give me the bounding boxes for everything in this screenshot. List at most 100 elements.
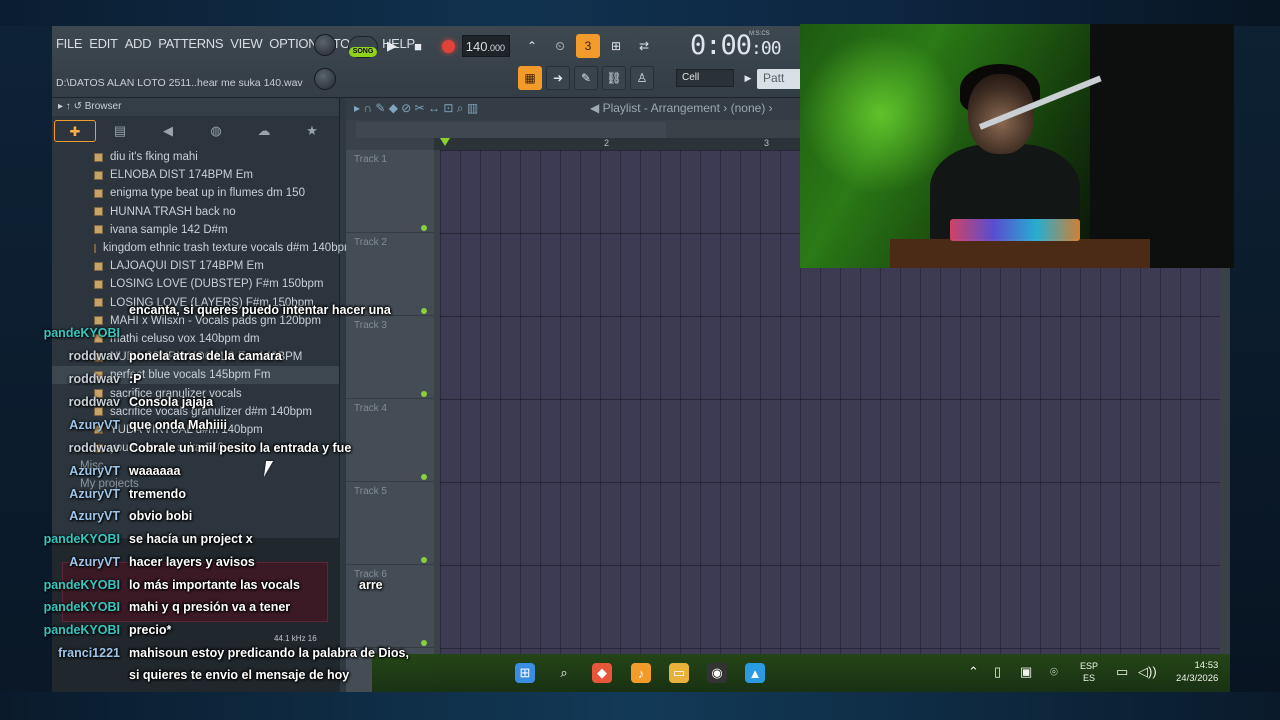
- list-item[interactable]: mathi celuso vox 140bpm dm: [52, 330, 339, 348]
- list-item[interactable]: LOSING LOVE (LAYERS) F#m 150bpm: [52, 294, 339, 312]
- track-header[interactable]: Track 4: [346, 399, 434, 482]
- chevron-up-icon[interactable]: ⌃: [968, 664, 979, 680]
- folder-misc[interactable]: Misc: [52, 457, 339, 475]
- countdown-icon[interactable]: 3: [576, 34, 600, 58]
- globe-icon[interactable]: ◍: [192, 120, 240, 142]
- master-pitch-knob[interactable]: [314, 68, 336, 90]
- playlist-tools-icon[interactable]: ▸ ∩ ✎ ◆ ⊘ ✂ ↔ ⊡ ⌕ ▥: [354, 101, 478, 116]
- list-item[interactable]: LAJOAQUI DIST 174BPM Em: [52, 257, 339, 275]
- browser-arrow-icon[interactable]: ▸ ↑ ↺: [58, 101, 85, 112]
- track-header[interactable]: Track 3: [346, 316, 434, 399]
- audio-file-icon: [94, 298, 103, 308]
- tempo-display[interactable]: 140.000: [462, 35, 510, 57]
- ruler-bar-3: 3: [764, 138, 770, 148]
- audio-file-icon: [94, 443, 103, 453]
- stamp-icon[interactable]: ♙: [630, 66, 654, 90]
- waveform-preview: [62, 562, 328, 622]
- folder-my-projects[interactable]: My projects: [52, 475, 339, 493]
- loop-record-icon[interactable]: ⇄: [632, 34, 656, 58]
- list-item[interactable]: sacrifice vocals granulizer d#m 140bpm: [52, 403, 339, 421]
- brave-browser-icon[interactable]: ◆: [592, 663, 612, 683]
- system-clock[interactable]: 14:53 24/3/2026: [1176, 659, 1218, 685]
- volume-icon[interactable]: ◁)): [1138, 664, 1157, 680]
- browser-header: ▸ ↑ ↺ Browser: [52, 98, 339, 116]
- track-mute-led[interactable]: [421, 391, 427, 397]
- arrow-icon[interactable]: ➜: [546, 66, 570, 90]
- audio-file-icon: [94, 389, 103, 399]
- time-sub: :00: [751, 38, 781, 59]
- track-headers: Track 1 Track 2 Track 3 Track 4 Track 5 …: [346, 150, 434, 692]
- wait-for-input-icon[interactable]: ⏲: [548, 34, 572, 58]
- track-mute-led[interactable]: [421, 474, 427, 480]
- windows-taskbar: ⊞ ⌕ ◆ ♪ ▭ ◉ ▲ ⌃ ▯ ▣ ⌾ ESP ES ▭ ◁)) 14:53…: [372, 654, 1230, 692]
- list-item[interactable]: diu it's fking mahi: [52, 148, 339, 166]
- track-header[interactable]: Track 5: [346, 482, 434, 565]
- playlist-title: ◀ Playlist - Arrangement › (none) ›: [590, 101, 773, 115]
- list-item[interactable]: YUDA VIRTUAL d#m 140bpm: [52, 421, 339, 439]
- master-volume-knob[interactable]: [314, 34, 336, 56]
- obs-icon[interactable]: ◉: [707, 663, 727, 683]
- list-item[interactable]: sacrifice granulizer vocals: [52, 384, 339, 402]
- list-item[interactable]: enigma type beat up in flumes dm 150: [52, 184, 339, 202]
- fl-studio-icon[interactable]: ♪: [631, 663, 651, 683]
- browser-panel: ▸ ↑ ↺ Browser ✚ ▤ ◀ ◍ ☁ ★ diu it's fking…: [52, 98, 354, 692]
- snap-select[interactable]: Cell: [676, 69, 734, 87]
- list-item[interactable]: you hear me suka 140: [52, 439, 339, 457]
- list-item[interactable]: kingdom ethnic trash texture vocals d#m …: [52, 239, 354, 257]
- track-header[interactable]: Track 1: [346, 150, 434, 233]
- search-icon[interactable]: ⌕: [554, 663, 574, 683]
- tempo-value: 140: [465, 39, 488, 54]
- file-icon[interactable]: ▤: [96, 120, 144, 142]
- playlist-snap-icon[interactable]: ▦: [518, 66, 542, 90]
- webcam-overlay: [800, 24, 1234, 268]
- record-button[interactable]: [436, 34, 460, 58]
- speaker-icon[interactable]: ◀: [144, 120, 192, 142]
- menu-patterns[interactable]: PATTERNS: [158, 36, 223, 51]
- list-item[interactable]: HUNNA TRASH back no: [52, 203, 339, 221]
- audio-file-icon: [94, 170, 103, 180]
- cloud-icon[interactable]: ☁: [240, 120, 288, 142]
- network-icon[interactable]: ▭: [1116, 664, 1128, 680]
- list-item[interactable]: LOSING LOVE (DUBSTEP) F#m 150bpm: [52, 275, 339, 293]
- song-mode-label: SONG: [349, 47, 377, 57]
- menu-file[interactable]: FILE: [56, 36, 83, 51]
- track-mute-led[interactable]: [421, 225, 427, 231]
- stop-button[interactable]: ■: [406, 34, 430, 58]
- file-explorer-icon[interactable]: ▭: [669, 663, 689, 683]
- list-item[interactable]: ELNOBA DIST 174BPM Em: [52, 166, 339, 184]
- app-tray-icon[interactable]: ▣: [1020, 664, 1032, 680]
- menu-view[interactable]: VIEW: [230, 36, 262, 51]
- track-header[interactable]: Track 6: [346, 565, 434, 648]
- audio-file-icon: [94, 188, 103, 198]
- metronome-icon[interactable]: ⌃: [520, 34, 544, 58]
- list-item[interactable]: MAHI x Wilsxn - Vocals pads gm 120bpm: [52, 312, 339, 330]
- browser-file-list: diu it's fking mahi ELNOBA DIST 174BPM E…: [52, 146, 354, 494]
- microphone-icon[interactable]: ⌾: [1050, 664, 1058, 680]
- time-main: 0:00: [690, 30, 752, 61]
- track-mute-led[interactable]: [421, 640, 427, 646]
- language-indicator[interactable]: ESP ES: [1080, 660, 1098, 684]
- list-item[interactable]: ivana sample 142 D#m: [52, 221, 339, 239]
- usb-icon[interactable]: ▯: [994, 664, 1001, 680]
- desk: [890, 239, 1150, 268]
- plus-icon[interactable]: ✚: [54, 120, 96, 142]
- menu-edit[interactable]: EDIT: [89, 36, 118, 51]
- menu-add[interactable]: ADD: [125, 36, 152, 51]
- audio-file-icon: [94, 370, 103, 380]
- star-icon[interactable]: ★: [288, 120, 336, 142]
- list-item[interactable]: NUDA SPXRN VOCALS Em 140BPM: [52, 348, 339, 366]
- track-mute-led[interactable]: [421, 308, 427, 314]
- link-icon[interactable]: ⛓: [602, 66, 626, 90]
- list-item-selected[interactable]: perfect blue vocals 145bpm Fm: [52, 366, 339, 385]
- track-mute-led[interactable]: [421, 557, 427, 563]
- windows-start-icon[interactable]: ⊞: [515, 663, 535, 683]
- pattern-selector-label: Patt: [763, 71, 785, 85]
- step-edit-icon[interactable]: ⊞: [604, 34, 628, 58]
- pat-song-toggle[interactable]: SONG: [348, 36, 378, 58]
- play-button[interactable]: ▶: [380, 34, 404, 58]
- audio-file-icon: [94, 316, 103, 326]
- pencil-icon[interactable]: ✎: [574, 66, 598, 90]
- track-header[interactable]: Track 2: [346, 233, 434, 316]
- photos-icon[interactable]: ▲: [745, 663, 765, 683]
- playhead-marker[interactable]: [440, 138, 450, 146]
